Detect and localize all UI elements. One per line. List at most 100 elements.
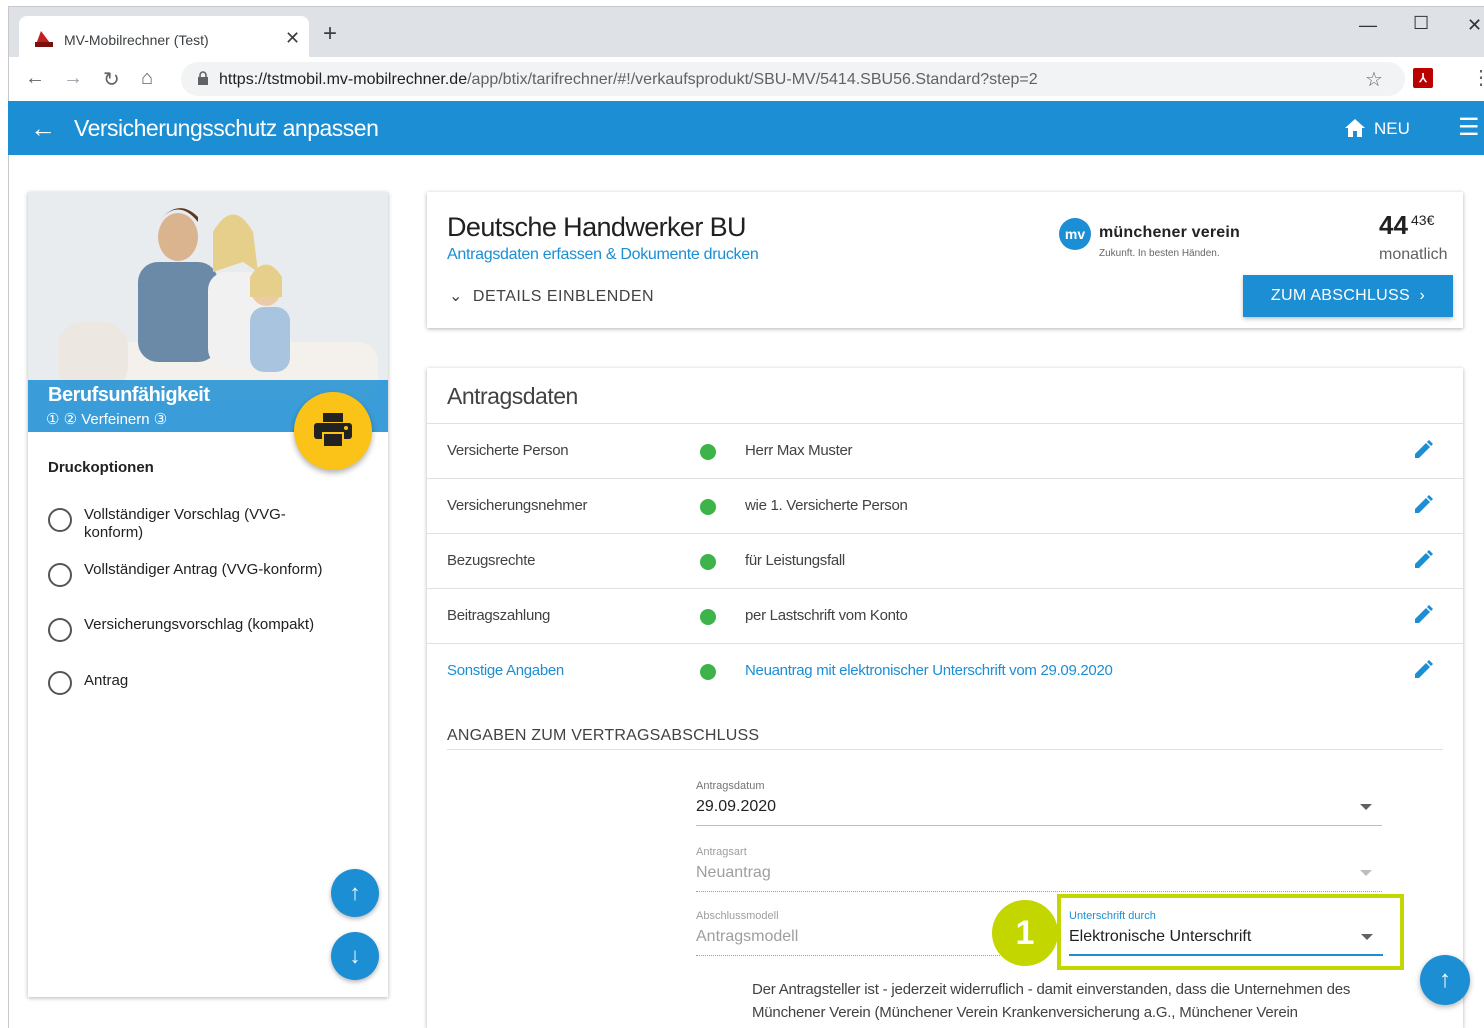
row-label: Versicherte Person (447, 442, 569, 459)
tab-close-icon[interactable]: ✕ (285, 28, 300, 49)
app-favicon-icon (35, 31, 53, 47)
arrow-up-icon: ↑ (1439, 966, 1451, 993)
field-underline (696, 955, 1026, 956)
row-label: Bezugsrechte (447, 552, 536, 569)
insurer-logo-icon: mv (1059, 218, 1091, 250)
maximize-icon[interactable]: ☐ (1413, 13, 1429, 34)
row-label: Beitragszahlung (447, 607, 551, 624)
price-cents: 43€ (1411, 212, 1435, 228)
insurer-slogan: Zukunft. In besten Händen. (1099, 248, 1220, 259)
arrow-up-icon: ↑ (349, 880, 361, 905)
zum-abschluss-button[interactable]: ZUM ABSCHLUSS › (1243, 275, 1453, 317)
status-ok-icon (700, 554, 716, 570)
reload-icon[interactable]: ↻ (103, 67, 120, 92)
annotation-highlight-box (1057, 894, 1404, 970)
radio-button[interactable] (48, 671, 72, 695)
radio-label: Versicherungsvorschlag (kompakt) (84, 616, 315, 633)
row-value: für Leistungsfall (745, 552, 845, 569)
table-row[interactable]: Versicherungsnehmer wie 1. Versicherte P… (427, 478, 1463, 533)
edit-pencil-icon[interactable] (1413, 605, 1433, 625)
dropdown-caret-icon (1360, 804, 1372, 810)
window-close-icon[interactable]: ✕ (1467, 15, 1482, 36)
radio-label: Vollständiger Antrag (VVG-konform) (84, 561, 323, 578)
tab-title: MV-Mobilrechner (Test) (64, 32, 209, 48)
product-category-title: Berufsunfähigkeit (48, 384, 210, 406)
edit-pencil-icon[interactable] (1413, 550, 1433, 570)
scroll-up-button[interactable]: ↑ (331, 869, 379, 917)
app-bar: ← Versicherungsschutz anpassen NEU ☰ (8, 101, 1484, 155)
print-options-title: Druckoptionen (48, 459, 154, 476)
back-arrow-icon[interactable]: ← (30, 113, 56, 144)
bookmark-star-icon[interactable]: ☆ (1365, 67, 1383, 92)
pdf-extension-icon[interactable]: ⅄ (1413, 68, 1433, 88)
home-icon[interactable]: ⌂ (141, 67, 153, 90)
edit-pencil-icon[interactable] (1413, 660, 1433, 680)
sidebar-card: Berufsunfähigkeit ① ② Verfeinern ③ Druck… (28, 192, 388, 997)
antragsdatum-select[interactable]: Antragsdatum 29.09.2020 (696, 780, 1382, 826)
cta-label: ZUM ABSCHLUSS (1270, 287, 1410, 304)
url-text: https://tstmobil.mv-mobilrechner.de/app/… (219, 71, 1038, 89)
table-row[interactable]: Versicherte Person Herr Max Muster (427, 423, 1463, 478)
status-ok-icon (700, 664, 716, 680)
page-title: Versicherungsschutz anpassen (74, 115, 379, 141)
scroll-down-button[interactable]: ↓ (331, 932, 379, 980)
details-label: DETAILS EINBLENDEN (472, 288, 655, 305)
table-row[interactable]: Beitragszahlung per Lastschrift vom Kont… (427, 588, 1463, 643)
radio-button[interactable] (48, 508, 72, 532)
url-path: /app/btix/tarifrechner/#!/verkaufsproduk… (467, 71, 1038, 88)
field-underline (696, 825, 1382, 826)
row-value: Herr Max Muster (745, 442, 853, 459)
field-value: Antragsmodell (696, 928, 799, 945)
home-icon[interactable] (1344, 118, 1366, 138)
row-label: Versicherungsnehmer (447, 497, 588, 514)
product-subtitle: Antragsdaten erfassen & Dokumente drucke… (447, 246, 759, 263)
price-period: monatlich (1379, 246, 1448, 263)
field-value: Neuantrag (696, 864, 771, 881)
row-value: Neuantrag mit elektronischer Unterschrif… (745, 662, 1113, 679)
scroll-to-top-button[interactable]: ↑ (1420, 955, 1470, 1005)
radio-label: Antrag (84, 672, 129, 689)
antragsart-select: Antragsart Neuantrag (696, 846, 1382, 892)
printer-icon (314, 413, 352, 448)
edit-pencil-icon[interactable] (1413, 440, 1433, 460)
hamburger-menu-icon[interactable]: ☰ (1458, 113, 1480, 142)
url-host: https://tstmobil.mv-mobilrechner.de (219, 71, 468, 88)
browser-toolbar: ← → ↻ ⌂ https://tstmobil.mv-mobilrechner… (9, 57, 1484, 102)
radio-button[interactable] (48, 618, 72, 642)
chevron-down-icon: ⌄ (449, 288, 463, 305)
details-toggle-button[interactable]: ⌄ DETAILS EINBLENDEN (449, 286, 654, 306)
lock-icon (198, 71, 208, 85)
field-label: Abschlussmodell (696, 910, 779, 922)
table-row[interactable]: Bezugsrechte für Leistungsfall (427, 533, 1463, 588)
row-value: per Lastschrift vom Konto (745, 607, 908, 624)
table-row[interactable]: Sonstige Angaben Neuantrag mit elektroni… (427, 643, 1463, 698)
radio-label: Vollständiger Vorschlag (VVG-konform) (84, 506, 286, 541)
price-main: 44 (1379, 210, 1408, 240)
new-calculation-link[interactable]: NEU (1374, 119, 1410, 139)
product-name: Deutsche Handwerker BU (447, 212, 747, 242)
dropdown-caret-icon (1360, 870, 1372, 876)
field-value: 29.09.2020 (696, 798, 777, 815)
status-ok-icon (700, 499, 716, 515)
minimize-icon[interactable]: — (1359, 15, 1377, 36)
arrow-down-icon: ↓ (349, 943, 361, 968)
annotation-callout-badge: 1 (992, 900, 1058, 966)
browser-menu-icon[interactable]: ⋮ (1471, 65, 1484, 90)
row-label: Sonstige Angaben (447, 662, 564, 679)
print-button[interactable] (294, 392, 372, 470)
new-tab-icon[interactable]: + (323, 20, 337, 48)
consent-text: Der Antragsteller ist - jederzeit widerr… (752, 981, 1351, 1021)
status-ok-icon (700, 444, 716, 460)
field-label: Antragsart (696, 846, 747, 858)
back-icon[interactable]: ← (25, 67, 45, 90)
field-label: Antragsdatum (696, 780, 765, 792)
product-header-card: Deutsche Handwerker BU Antragsdaten erfa… (427, 192, 1463, 328)
edit-pencil-icon[interactable] (1413, 495, 1433, 515)
status-ok-icon (700, 609, 716, 625)
browser-chrome: MV-Mobilrechner (Test) ✕ + — ☐ ✕ ← → ↻ ⌂… (8, 6, 1484, 102)
forward-icon[interactable]: → (63, 67, 83, 90)
contract-section-heading: ANGABEN ZUM VERTRAGSABSCHLUSS (447, 727, 1443, 750)
radio-button[interactable] (48, 563, 72, 587)
step-indicator: ① ② Verfeinern ③ (46, 411, 168, 428)
address-bar[interactable]: https://tstmobil.mv-mobilrechner.de/app/… (181, 62, 1405, 96)
